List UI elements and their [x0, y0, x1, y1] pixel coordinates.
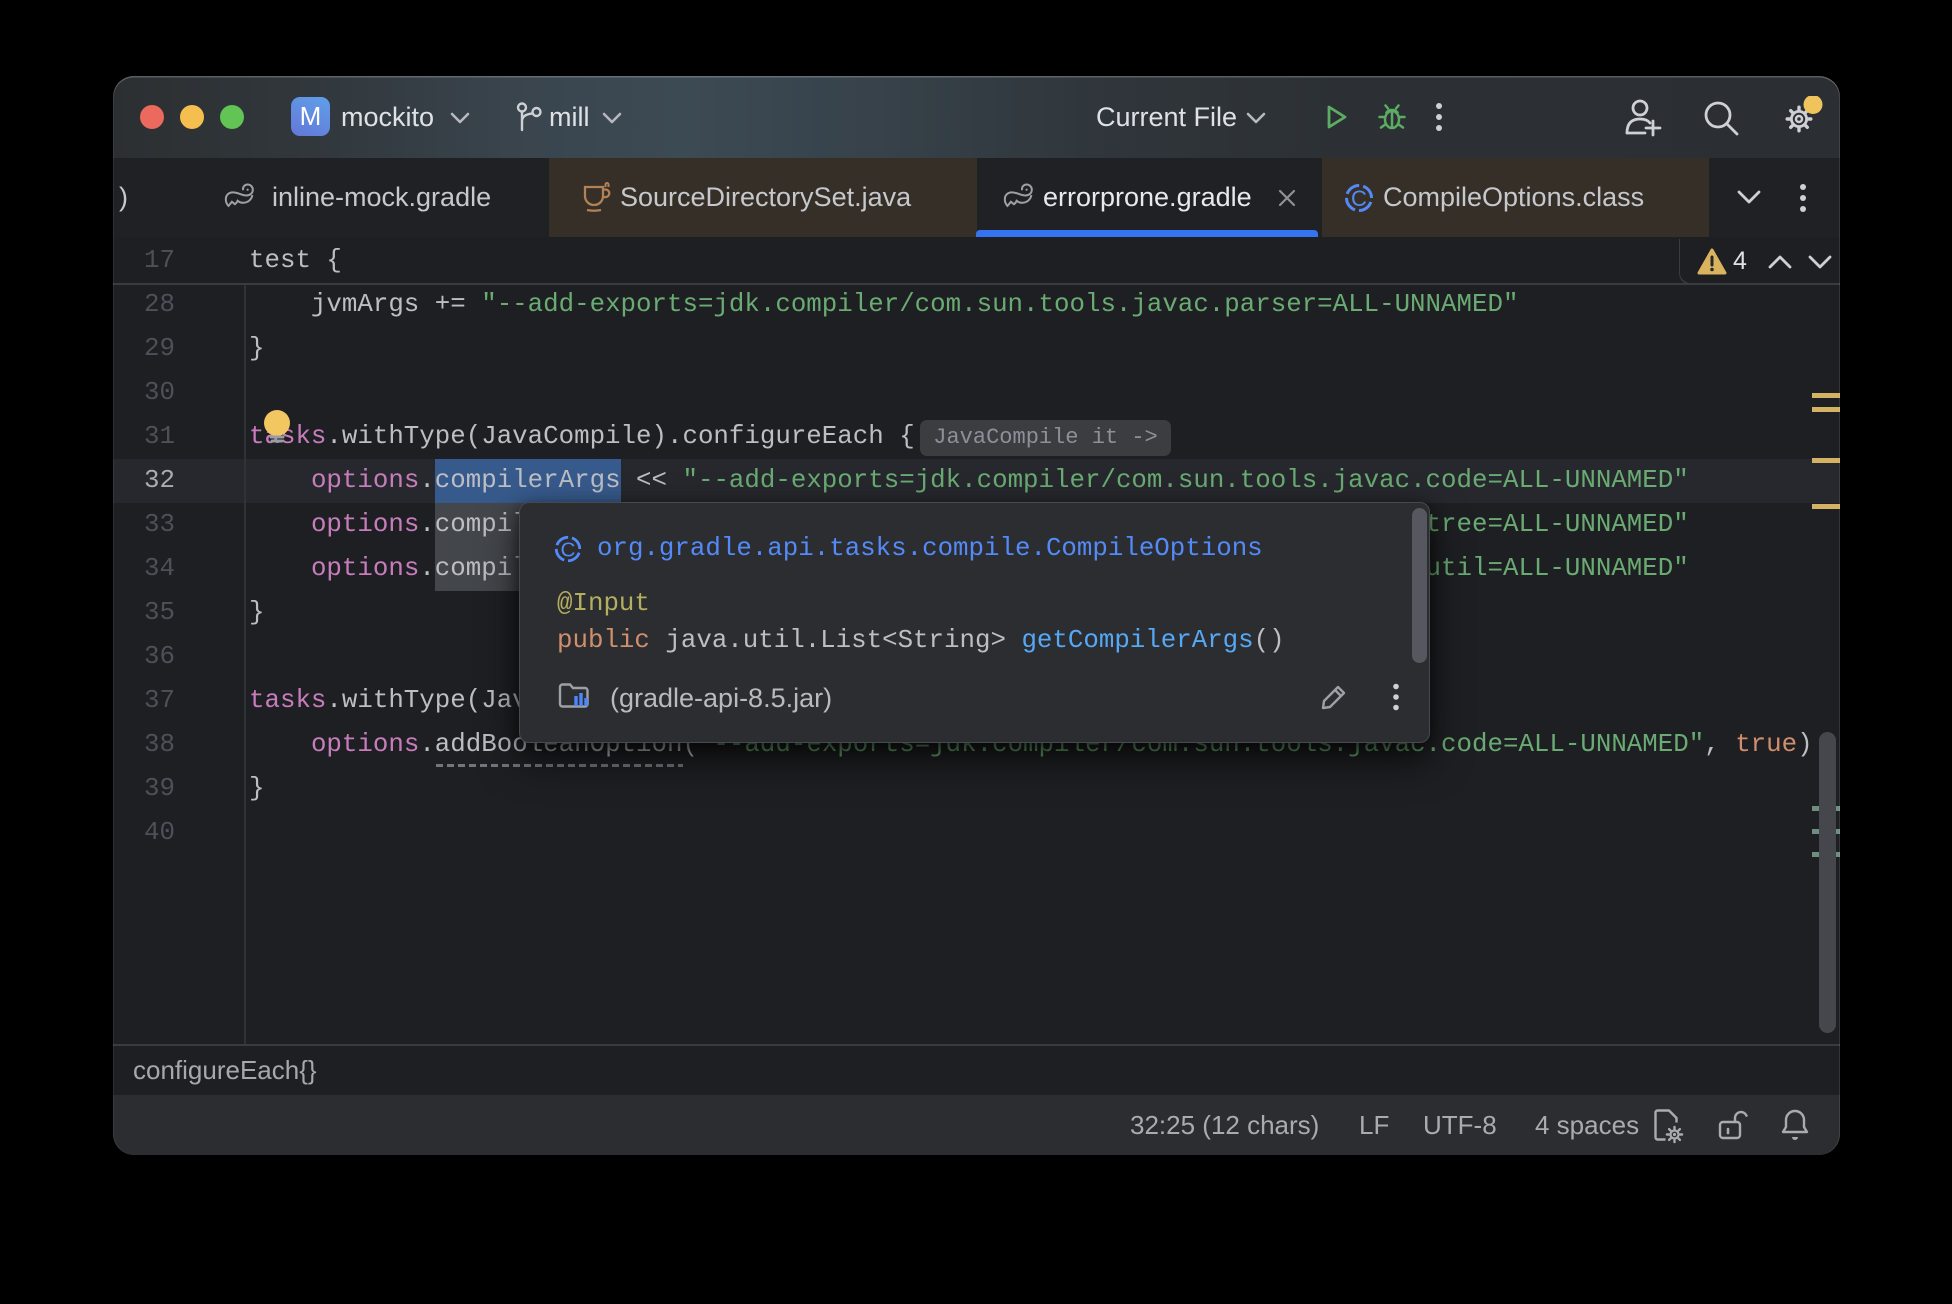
svg-text:C: C: [1351, 186, 1367, 211]
svg-text:C: C: [561, 539, 576, 562]
